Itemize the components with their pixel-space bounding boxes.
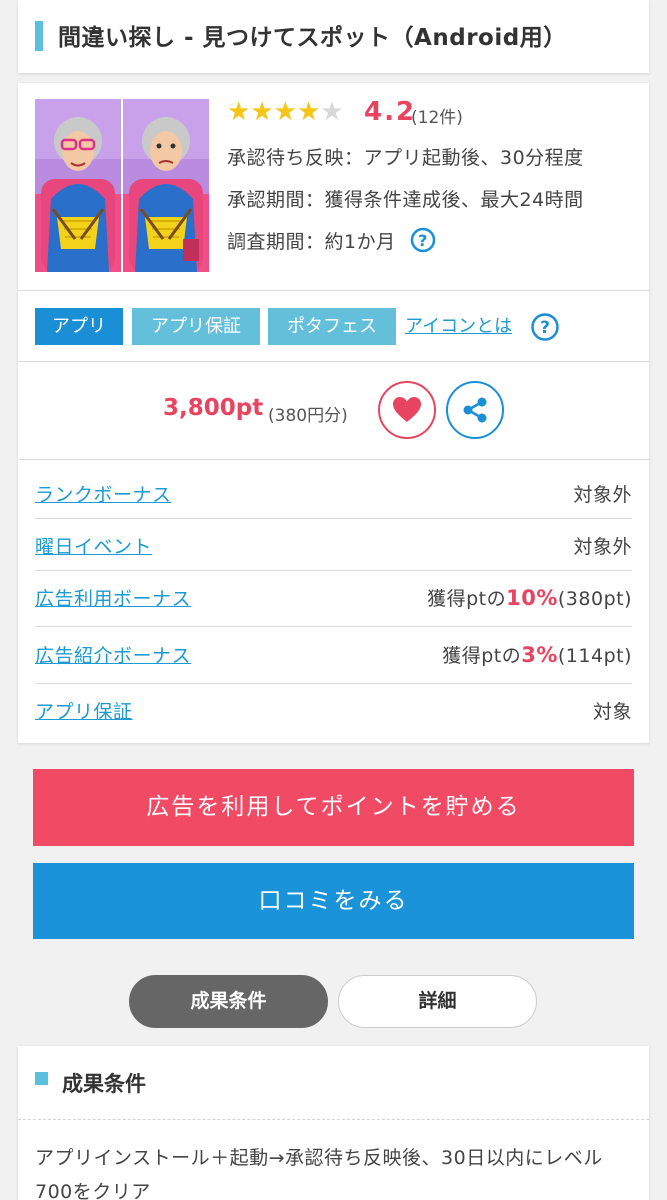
conditions-text: アプリインストール＋起動→承認待ち反映後、30日以内にレベル700をクリア: [35, 1147, 603, 1200]
divider: [18, 459, 649, 460]
app-thumbnail-right: [123, 99, 209, 272]
ad-use-bonus-prefix: 獲得ptの: [427, 588, 507, 610]
tag-app-guarantee: アプリ保証: [132, 308, 260, 345]
row-divider: [35, 683, 632, 684]
rank-bonus-value: 対象外: [573, 484, 632, 506]
dashed-divider: [18, 1119, 649, 1120]
page-title: 間違い探し - 見つけてスポット（Android用）: [58, 25, 567, 51]
conditions-card: 成果条件 アプリインストール＋起動→承認待ち反映後、30日以内にレベル700をク…: [18, 1046, 649, 1200]
app-thumbnail-left: [35, 99, 121, 272]
ad-use-bonus-link[interactable]: 広告利用ボーナス: [35, 584, 191, 611]
tag-potafes: ポタフェス: [268, 308, 396, 345]
ad-referral-bonus-points: (114pt): [557, 645, 632, 667]
ad-referral-bonus-prefix: 獲得ptの: [442, 645, 522, 667]
weekday-event-link[interactable]: 曜日イベント: [35, 532, 152, 559]
svg-text:?: ?: [418, 231, 428, 250]
help-icon[interactable]: ?: [410, 227, 436, 258]
use-ad-button[interactable]: 広告を利用してポイントを貯める: [33, 769, 634, 846]
share-icon: [463, 397, 487, 423]
star-icon: ★: [296, 97, 321, 127]
divider: [18, 361, 649, 362]
star-icon: ★: [227, 97, 251, 127]
weekday-event-value: 対象外: [573, 536, 632, 558]
favorite-button[interactable]: [378, 381, 436, 439]
section-accent-square: [35, 1072, 48, 1085]
divider: [18, 290, 649, 291]
row-divider: [35, 626, 632, 627]
row-divider: [35, 518, 632, 519]
ad-referral-bonus-link[interactable]: 広告紹介ボーナス: [35, 641, 191, 668]
rating-value: 4.2: [364, 97, 417, 127]
offer-card: ★ ★ ★ ★ ★ 4.2 (12件) 承認待ち反映：アプリ起動後、30分程度 …: [18, 83, 649, 743]
tab-details[interactable]: 詳細: [338, 975, 537, 1028]
rating-count: (12件): [411, 108, 463, 128]
approval-reflect-text: 承認待ち反映：アプリ起動後、30分程度: [227, 147, 584, 169]
tab-conditions[interactable]: 成果条件: [129, 975, 328, 1028]
rating-stars: ★ ★ ★ ★ ★: [227, 98, 344, 126]
ad-use-bonus-percent: 10%: [506, 586, 558, 610]
points-yen-value: (380円分): [268, 406, 348, 426]
ad-use-bonus-points: (380pt): [557, 588, 632, 610]
survey-period-row: 調査期間：約1か月 ?: [227, 227, 436, 258]
heart-icon: [393, 397, 421, 422]
star-empty-icon: ★: [320, 97, 344, 127]
tag-app: アプリ: [35, 308, 123, 345]
row-divider: [35, 570, 632, 571]
app-guarantee-value: 対象: [592, 701, 632, 723]
app-guarantee-link[interactable]: アプリ保証: [35, 697, 133, 724]
survey-period-text: 調査期間：約1か月: [227, 231, 396, 253]
points-value: 3,800pt: [163, 395, 264, 421]
star-icon: ★: [250, 97, 274, 127]
ad-use-bonus-value: 獲得ptの10%(380pt): [427, 584, 632, 611]
help-icon[interactable]: ?: [530, 312, 560, 346]
ad-referral-bonus-value: 獲得ptの3%(114pt): [442, 641, 632, 668]
svg-text:?: ?: [540, 318, 550, 338]
title-accent-bar: [35, 21, 43, 51]
approval-period-text: 承認期間：獲得条件達成後、最大24時間: [227, 189, 584, 211]
rank-bonus-link[interactable]: ランクボーナス: [35, 480, 172, 507]
title-card: 間違い探し - 見つけてスポット（Android用）: [18, 0, 649, 73]
icon-about-link[interactable]: アイコンとは: [405, 312, 512, 338]
conditions-title: 成果条件: [62, 1072, 146, 1096]
star-icon: ★: [273, 97, 297, 127]
ad-referral-bonus-percent: 3%: [521, 643, 558, 667]
share-button[interactable]: [446, 381, 504, 439]
view-reviews-button[interactable]: 口コミをみる: [33, 863, 634, 939]
